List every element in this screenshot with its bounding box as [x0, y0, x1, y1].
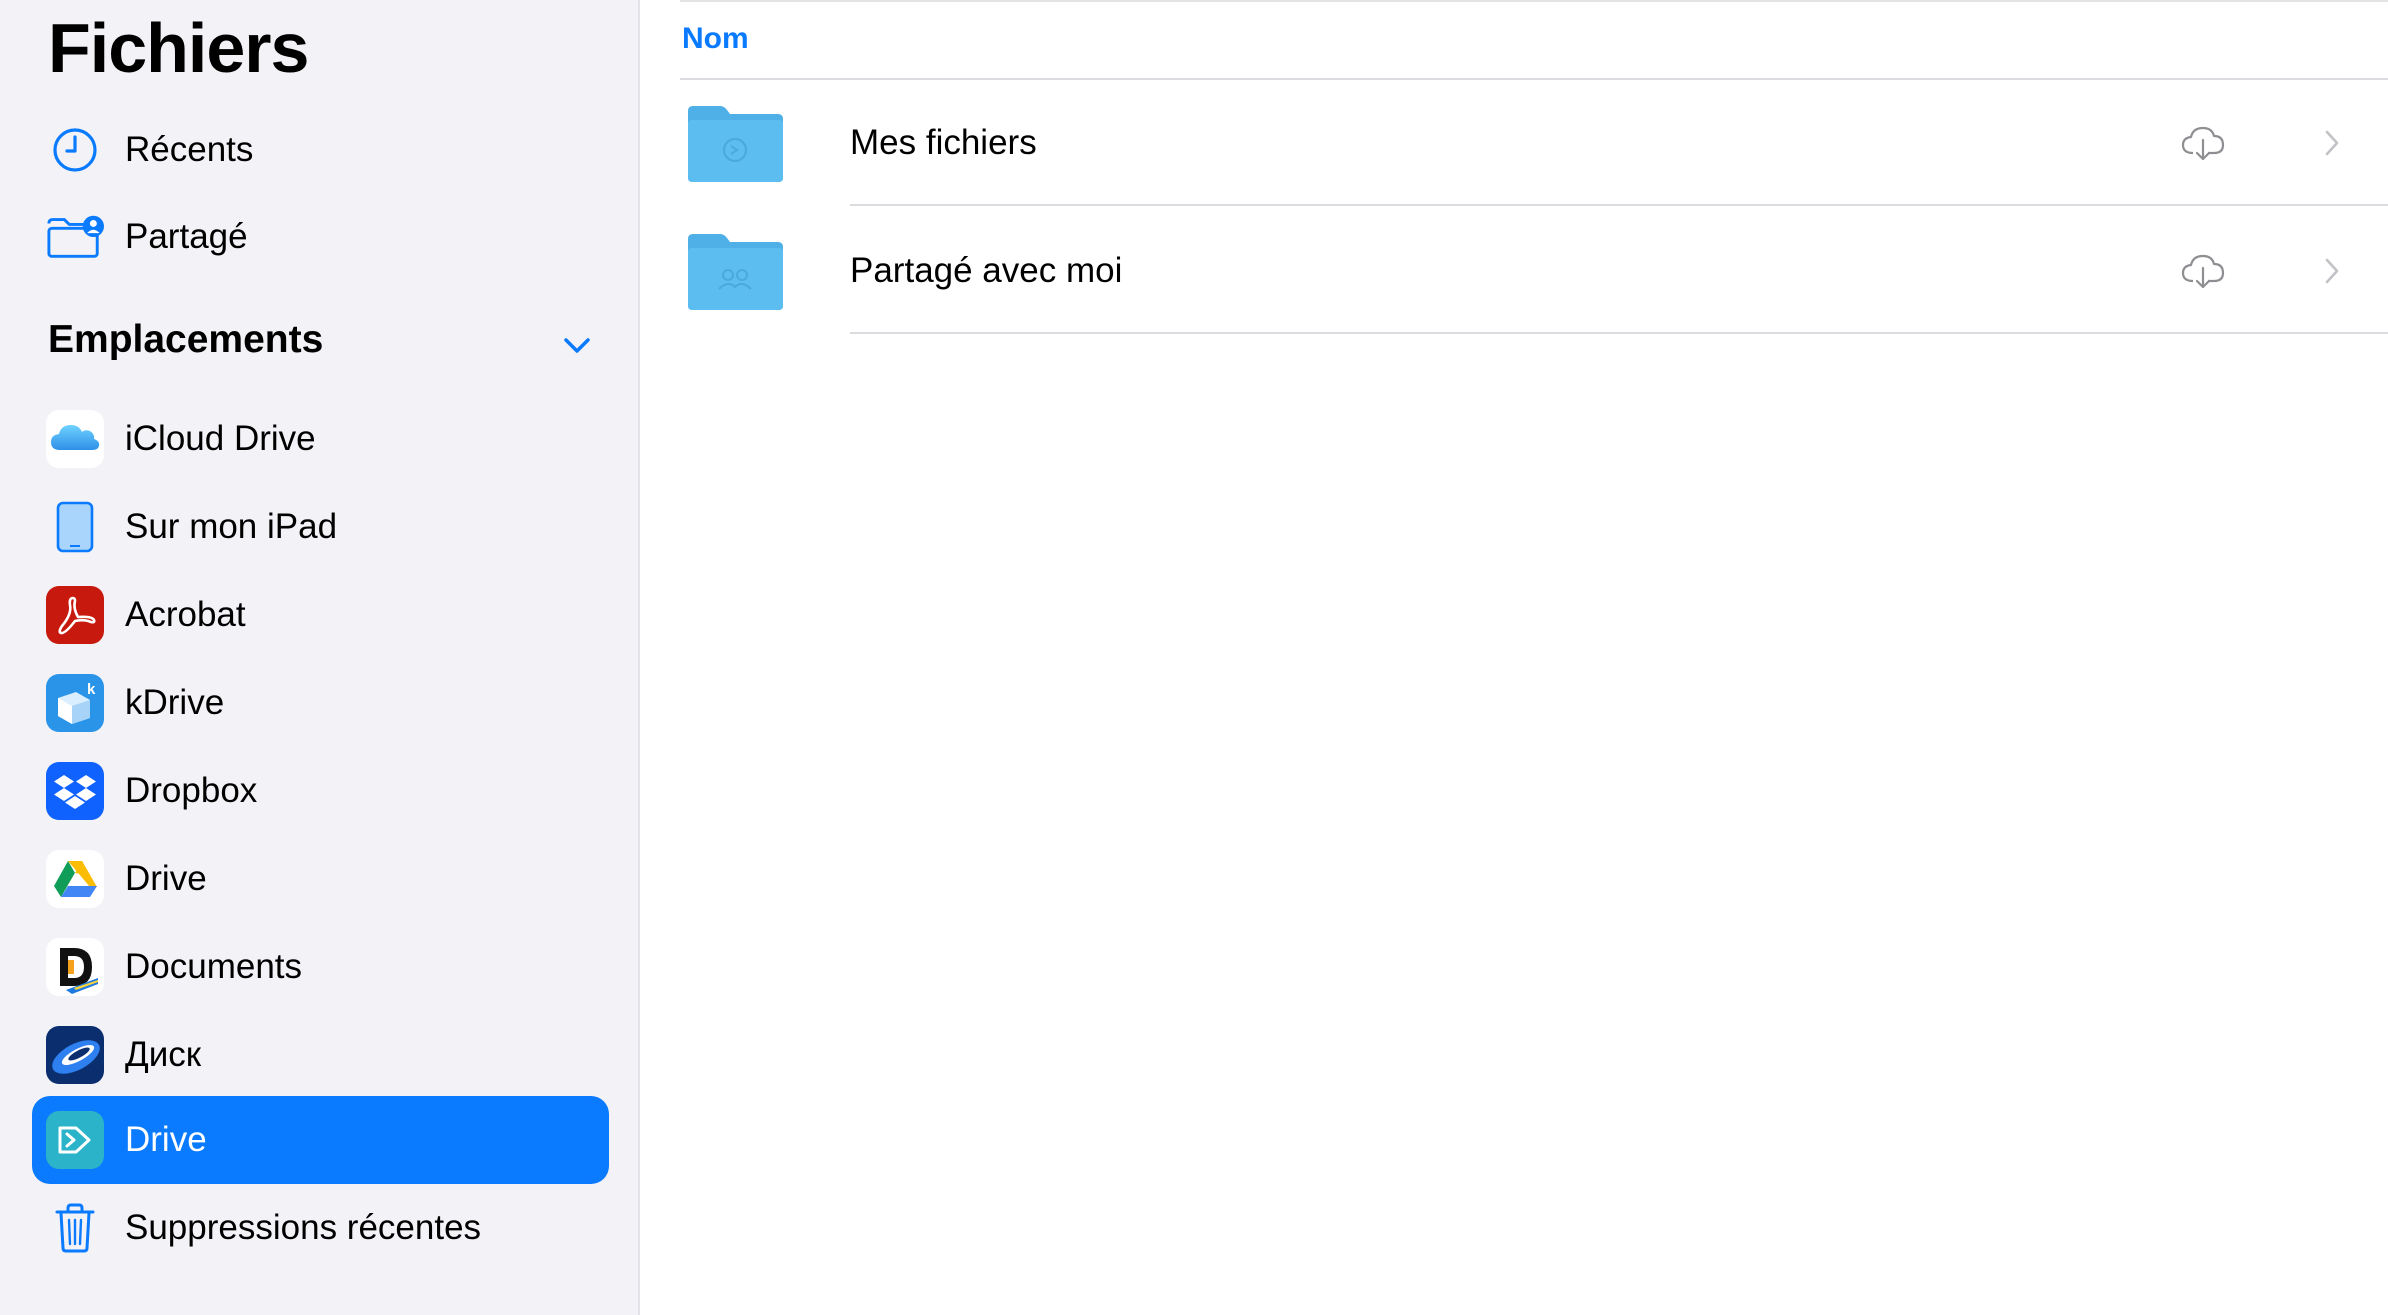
sidebar-item-kdrive[interactable]: k kDrive: [32, 659, 609, 747]
svg-text:k: k: [87, 681, 96, 698]
trash-icon: [46, 1199, 104, 1257]
sidebar-item-label: Récents: [125, 130, 254, 169]
divider: [680, 0, 2388, 2]
sidebar-item-label: iCloud Drive: [125, 419, 316, 458]
sidebar-item-on-my-ipad[interactable]: Sur mon iPad: [32, 483, 609, 571]
sidebar-item-icloud-drive[interactable]: iCloud Drive: [32, 395, 609, 483]
sidebar-item-documents[interactable]: Documents: [32, 923, 609, 1011]
documents-icon: [46, 938, 104, 996]
icloud-drive-icon: [46, 410, 104, 468]
sidebar-item-label: Диск: [125, 1035, 202, 1074]
list-item[interactable]: Mes fichiers: [680, 80, 2388, 206]
sidebar-item-disk[interactable]: Диск: [32, 1011, 609, 1099]
sidebar-item-drive-selected[interactable]: Drive: [32, 1096, 609, 1184]
file-browser: Nom Mes fichiers Partagé avec moi: [642, 0, 2388, 1315]
sidebar-item-dropbox[interactable]: Dropbox: [32, 747, 609, 835]
dropbox-icon: [46, 762, 104, 820]
sidebar-item-acrobat[interactable]: Acrobat: [32, 571, 609, 659]
divider: [850, 332, 2388, 334]
google-drive-icon: [46, 850, 104, 908]
kdrive-icon: k: [46, 674, 104, 732]
sidebar-item-label: Acrobat: [125, 595, 246, 634]
clock-icon: [46, 121, 104, 179]
list-item[interactable]: Partagé avec moi: [680, 208, 2388, 334]
chevron-down-icon[interactable]: [562, 334, 592, 358]
cloud-download-icon[interactable]: [2180, 253, 2226, 289]
sidebar: Fichiers Récents Partagé Emplacements iC…: [0, 0, 640, 1315]
acrobat-icon: [46, 586, 104, 644]
sidebar-item-label: kDrive: [125, 683, 225, 722]
app-title: Fichiers: [48, 9, 309, 87]
file-name: Partagé avec moi: [850, 251, 1123, 290]
section-title-locations: Emplacements: [48, 318, 324, 361]
shared-folder-icon: [46, 208, 104, 266]
sidebar-item-label: Dropbox: [125, 771, 258, 810]
cloud-download-icon[interactable]: [2180, 125, 2226, 161]
sidebar-item-google-drive[interactable]: Drive: [32, 835, 609, 923]
folder-icon: [686, 105, 784, 183]
ipad-icon: [46, 498, 104, 556]
sidebar-item-label: Sur mon iPad: [125, 507, 338, 546]
column-header-name[interactable]: Nom: [682, 22, 749, 56]
shared-folder-icon: [686, 233, 784, 311]
sidebar-item-shared[interactable]: Partagé: [32, 193, 609, 281]
chevron-right-icon[interactable]: [2324, 256, 2340, 286]
sidebar-item-label: Drive: [125, 1120, 207, 1159]
sidebar-item-recents[interactable]: Récents: [32, 106, 609, 194]
sidebar-item-label: Partagé: [125, 217, 248, 256]
file-name: Mes fichiers: [850, 123, 1037, 162]
sidebar-item-label: Suppressions récentes: [125, 1208, 482, 1247]
chevron-right-icon[interactable]: [2324, 128, 2340, 158]
yandex-disk-icon: [46, 1026, 104, 1084]
sidebar-item-label: Drive: [125, 859, 207, 898]
synology-drive-icon: [46, 1111, 104, 1169]
sidebar-item-recently-deleted[interactable]: Suppressions récentes: [32, 1184, 609, 1272]
divider: [850, 204, 2388, 206]
sidebar-item-label: Documents: [125, 947, 303, 986]
